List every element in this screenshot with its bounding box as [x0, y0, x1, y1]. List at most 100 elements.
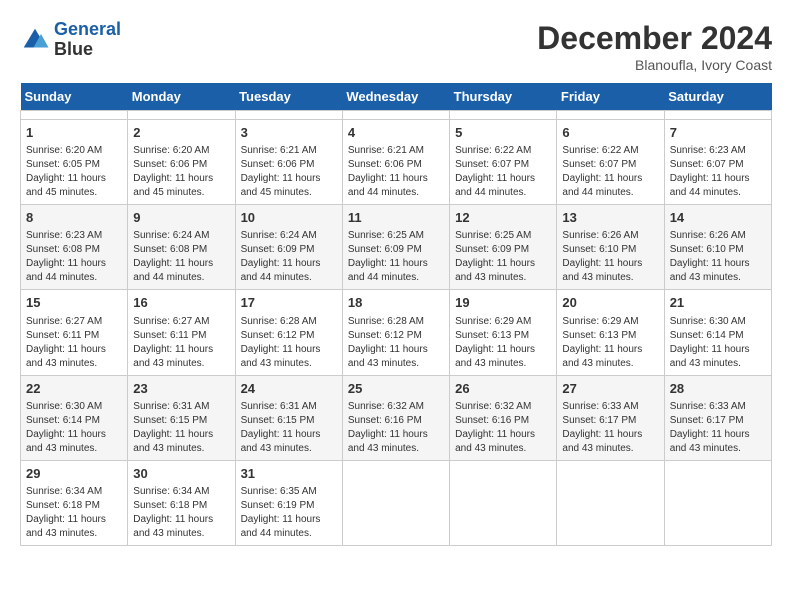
calendar-cell: 9 Sunrise: 6:24 AM Sunset: 6:08 PM Daylig… [128, 205, 235, 290]
day-info: Sunrise: 6:26 AM Sunset: 6:10 PM Dayligh… [562, 229, 658, 285]
day-info: Sunrise: 6:32 AM Sunset: 6:16 PM Dayligh… [455, 400, 551, 456]
calendar-cell: 12 Sunrise: 6:25 AM Sunset: 6:09 PM Dayli… [450, 205, 557, 290]
calendar-cell: 1 Sunrise: 6:20 AM Sunset: 6:05 PM Daylig… [21, 120, 128, 205]
day-info: Sunrise: 6:30 AM Sunset: 6:14 PM Dayligh… [26, 400, 122, 456]
day-number: 9 [133, 209, 229, 227]
day-number: 23 [133, 380, 229, 398]
day-info: Sunrise: 6:28 AM Sunset: 6:12 PM Dayligh… [241, 315, 337, 371]
day-number: 27 [562, 380, 658, 398]
day-number: 8 [26, 209, 122, 227]
calendar-cell: 2 Sunrise: 6:20 AM Sunset: 6:06 PM Daylig… [128, 120, 235, 205]
day-number: 29 [26, 465, 122, 483]
header-monday: Monday [128, 83, 235, 111]
calendar-cell: 11Sunrise: 6:25 AM Sunset: 6:09 PM Dayli… [342, 205, 449, 290]
day-info: Sunrise: 6:24 AM Sunset: 6:08 PM Dayligh… [133, 229, 229, 285]
calendar-cell: 26 Sunrise: 6:32 AM Sunset: 6:16 PM Dayli… [450, 375, 557, 460]
day-number: 6 [562, 124, 658, 142]
day-info: Sunrise: 6:27 AM Sunset: 6:11 PM Dayligh… [133, 315, 229, 371]
day-info: Sunrise: 6:20 AM Sunset: 6:06 PM Dayligh… [133, 144, 229, 200]
calendar-cell [342, 111, 449, 120]
day-info: Sunrise: 6:34 AM Sunset: 6:18 PM Dayligh… [26, 485, 122, 541]
day-number: 12 [455, 209, 551, 227]
calendar-cell: 16Sunrise: 6:27 AM Sunset: 6:11 PM Dayli… [128, 290, 235, 375]
calendar-cell: 22 Sunrise: 6:30 AM Sunset: 6:14 PM Dayli… [21, 375, 128, 460]
calendar-cell: 8Sunrise: 6:23 AM Sunset: 6:08 PM Daylig… [21, 205, 128, 290]
calendar-cell: 31 Sunrise: 6:35 AM Sunset: 6:19 PM Dayli… [235, 460, 342, 545]
calendar-cell [128, 111, 235, 120]
calendar-cell [21, 111, 128, 120]
calendar-cell: 5 Sunrise: 6:22 AM Sunset: 6:07 PM Daylig… [450, 120, 557, 205]
day-number: 22 [26, 380, 122, 398]
day-number: 18 [348, 294, 444, 312]
day-info: Sunrise: 6:32 AM Sunset: 6:16 PM Dayligh… [348, 400, 444, 456]
title-block: December 2024 Blanoufla, Ivory Coast [537, 20, 772, 73]
header-friday: Friday [557, 83, 664, 111]
calendar-cell: 13 Sunrise: 6:26 AM Sunset: 6:10 PM Dayli… [557, 205, 664, 290]
day-number: 15 [26, 294, 122, 312]
calendar-cell: 19 Sunrise: 6:29 AM Sunset: 6:13 PM Dayli… [450, 290, 557, 375]
day-info: Sunrise: 6:31 AM Sunset: 6:15 PM Dayligh… [241, 400, 337, 456]
day-info: Sunrise: 6:25 AM Sunset: 6:09 PM Dayligh… [348, 229, 444, 285]
calendar-cell: 15 Sunrise: 6:27 AM Sunset: 6:11 PM Dayli… [21, 290, 128, 375]
day-info: Sunrise: 6:28 AM Sunset: 6:12 PM Dayligh… [348, 315, 444, 371]
day-number: 25 [348, 380, 444, 398]
calendar-cell [664, 460, 771, 545]
day-info: Sunrise: 6:35 AM Sunset: 6:19 PM Dayligh… [241, 485, 337, 541]
day-number: 21 [670, 294, 766, 312]
calendar-cell: 18 Sunrise: 6:28 AM Sunset: 6:12 PM Dayli… [342, 290, 449, 375]
day-number: 13 [562, 209, 658, 227]
calendar-week-4: 22 Sunrise: 6:30 AM Sunset: 6:14 PM Dayli… [21, 375, 772, 460]
day-info: Sunrise: 6:22 AM Sunset: 6:07 PM Dayligh… [455, 144, 551, 200]
day-info: Sunrise: 6:26 AM Sunset: 6:10 PM Dayligh… [670, 229, 766, 285]
day-info: Sunrise: 6:30 AM Sunset: 6:14 PM Dayligh… [670, 315, 766, 371]
calendar-cell: 6Sunrise: 6:22 AM Sunset: 6:07 PM Daylig… [557, 120, 664, 205]
day-number: 4 [348, 124, 444, 142]
day-number: 19 [455, 294, 551, 312]
header-thursday: Thursday [450, 83, 557, 111]
day-number: 17 [241, 294, 337, 312]
calendar-cell [450, 111, 557, 120]
calendar-cell: 24Sunrise: 6:31 AM Sunset: 6:15 PM Dayli… [235, 375, 342, 460]
calendar-cell: 14 Sunrise: 6:26 AM Sunset: 6:10 PM Dayli… [664, 205, 771, 290]
day-number: 2 [133, 124, 229, 142]
day-number: 31 [241, 465, 337, 483]
calendar-cell [664, 111, 771, 120]
day-number: 26 [455, 380, 551, 398]
header-sunday: Sunday [21, 83, 128, 111]
day-number: 14 [670, 209, 766, 227]
day-info: Sunrise: 6:25 AM Sunset: 6:09 PM Dayligh… [455, 229, 551, 285]
header-wednesday: Wednesday [342, 83, 449, 111]
logo-icon [20, 25, 50, 55]
calendar-cell: 3Sunrise: 6:21 AM Sunset: 6:06 PM Daylig… [235, 120, 342, 205]
calendar-cell: 30Sunrise: 6:34 AM Sunset: 6:18 PM Dayli… [128, 460, 235, 545]
calendar-table: SundayMondayTuesdayWednesdayThursdayFrid… [20, 83, 772, 546]
calendar-header-row: SundayMondayTuesdayWednesdayThursdayFrid… [21, 83, 772, 111]
calendar-cell [235, 111, 342, 120]
calendar-cell: 29 Sunrise: 6:34 AM Sunset: 6:18 PM Dayli… [21, 460, 128, 545]
day-info: Sunrise: 6:33 AM Sunset: 6:17 PM Dayligh… [562, 400, 658, 456]
day-info: Sunrise: 6:27 AM Sunset: 6:11 PM Dayligh… [26, 315, 122, 371]
calendar-week-2: 8Sunrise: 6:23 AM Sunset: 6:08 PM Daylig… [21, 205, 772, 290]
calendar-cell: 23 Sunrise: 6:31 AM Sunset: 6:15 PM Dayli… [128, 375, 235, 460]
calendar-cell [557, 111, 664, 120]
calendar-week-0 [21, 111, 772, 120]
day-info: Sunrise: 6:23 AM Sunset: 6:07 PM Dayligh… [670, 144, 766, 200]
day-number: 5 [455, 124, 551, 142]
calendar-week-3: 15 Sunrise: 6:27 AM Sunset: 6:11 PM Dayli… [21, 290, 772, 375]
calendar-cell: 10Sunrise: 6:24 AM Sunset: 6:09 PM Dayli… [235, 205, 342, 290]
day-number: 1 [26, 124, 122, 142]
calendar-cell: 7Sunrise: 6:23 AM Sunset: 6:07 PM Daylig… [664, 120, 771, 205]
day-info: Sunrise: 6:21 AM Sunset: 6:06 PM Dayligh… [348, 144, 444, 200]
calendar-cell: 21 Sunrise: 6:30 AM Sunset: 6:14 PM Dayli… [664, 290, 771, 375]
calendar-cell: 17 Sunrise: 6:28 AM Sunset: 6:12 PM Dayli… [235, 290, 342, 375]
calendar-cell: 20Sunrise: 6:29 AM Sunset: 6:13 PM Dayli… [557, 290, 664, 375]
calendar-cell: 28Sunrise: 6:33 AM Sunset: 6:17 PM Dayli… [664, 375, 771, 460]
header-saturday: Saturday [664, 83, 771, 111]
day-info: Sunrise: 6:29 AM Sunset: 6:13 PM Dayligh… [455, 315, 551, 371]
day-info: Sunrise: 6:20 AM Sunset: 6:05 PM Dayligh… [26, 144, 122, 200]
day-info: Sunrise: 6:31 AM Sunset: 6:15 PM Dayligh… [133, 400, 229, 456]
day-number: 28 [670, 380, 766, 398]
calendar-cell [342, 460, 449, 545]
day-info: Sunrise: 6:34 AM Sunset: 6:18 PM Dayligh… [133, 485, 229, 541]
calendar-week-5: 29 Sunrise: 6:34 AM Sunset: 6:18 PM Dayli… [21, 460, 772, 545]
